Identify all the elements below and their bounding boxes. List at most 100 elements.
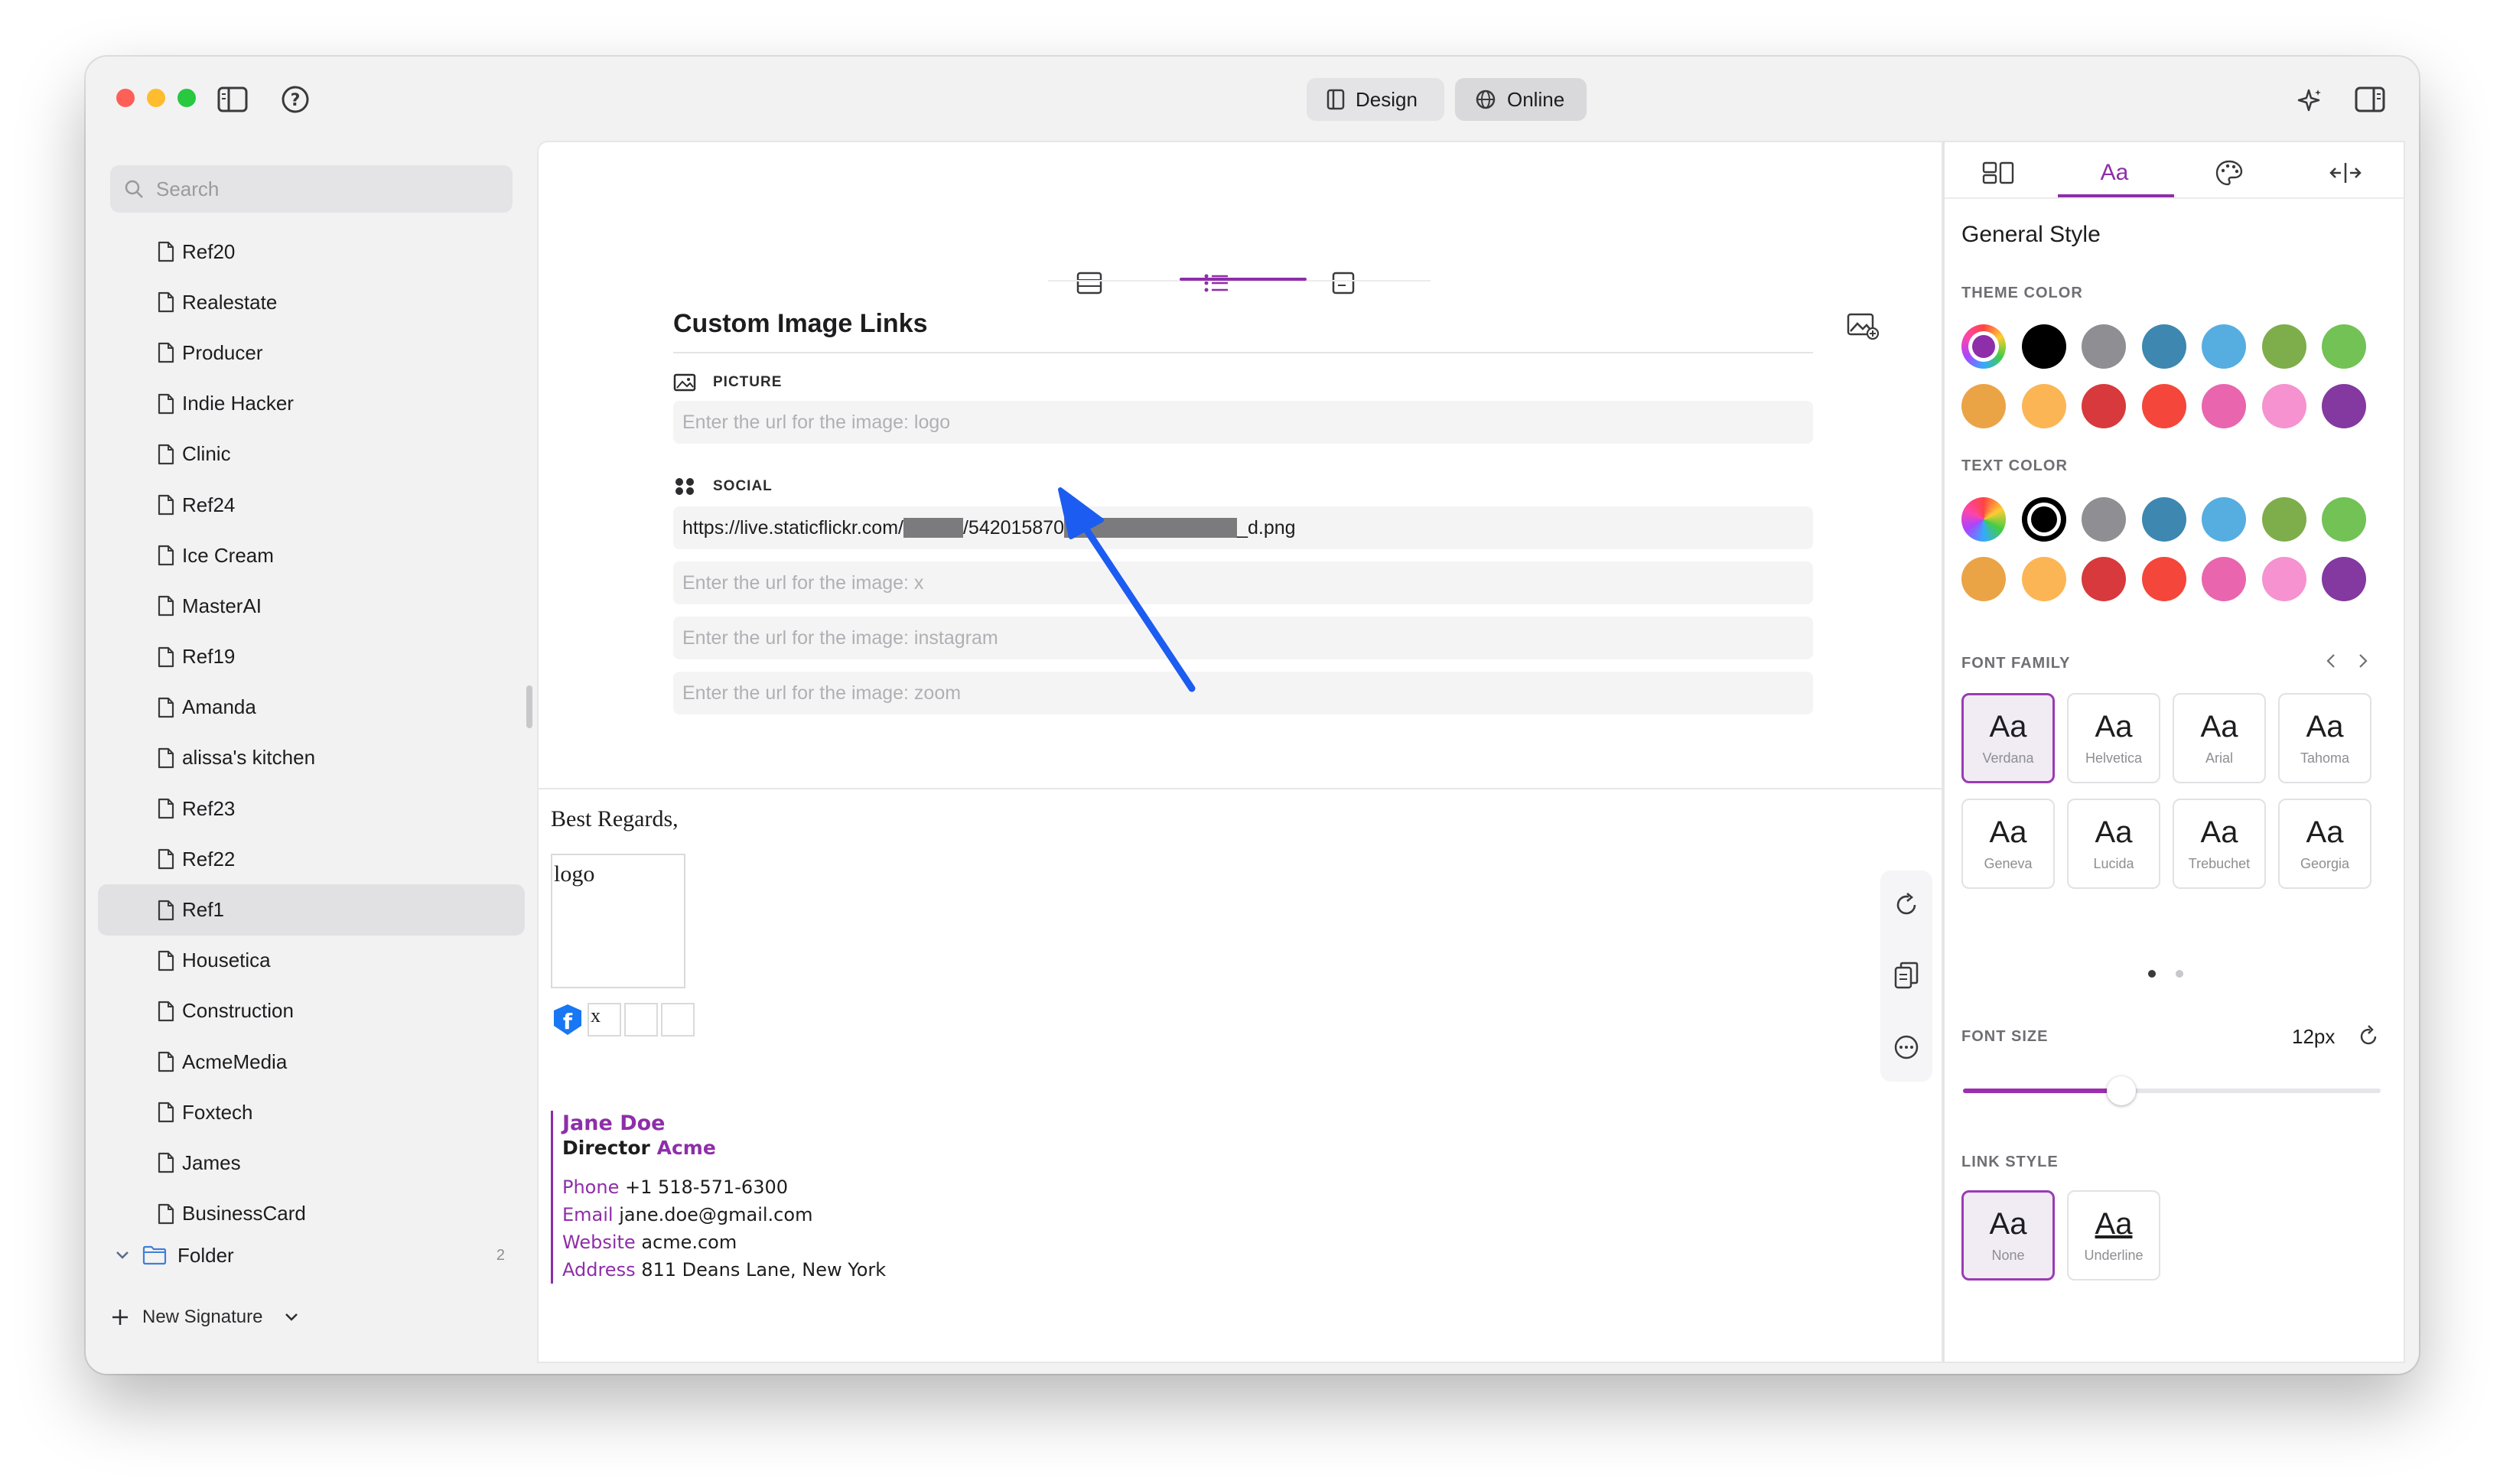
chevron-down-icon[interactable] <box>284 1312 299 1323</box>
x-icon-placeholder[interactable]: x <box>588 1003 621 1037</box>
color-swatch[interactable] <box>2202 497 2246 542</box>
website-value[interactable]: acme.com <box>641 1232 737 1253</box>
facebook-icon[interactable]: f <box>551 1003 584 1037</box>
color-swatch[interactable] <box>2202 324 2246 369</box>
tab-layout-settings[interactable] <box>1945 150 2052 196</box>
sidebar-toggle-icon[interactable] <box>216 84 249 115</box>
page-indicator[interactable] <box>2176 970 2183 978</box>
phone-value[interactable]: +1 518-571-6300 <box>625 1176 788 1198</box>
color-swatch[interactable] <box>2261 497 2306 542</box>
add-image-icon[interactable] <box>1845 309 1882 343</box>
custom-color-swatch[interactable] <box>1961 497 2006 542</box>
color-swatch[interactable] <box>2261 557 2306 601</box>
sidebar-item[interactable]: Ref24 <box>98 480 525 530</box>
sidebar-item[interactable]: AcmeMedia <box>98 1037 525 1087</box>
color-swatch[interactable] <box>1961 384 2006 428</box>
facebook-url-input[interactable]: https://live.staticflickr.com/ /542015870… <box>673 506 1813 549</box>
color-swatch[interactable] <box>2261 384 2306 428</box>
color-swatch[interactable] <box>2082 497 2126 542</box>
sidebar-item[interactable]: Amanda <box>98 682 525 733</box>
font-option[interactable]: Aa Helvetica <box>2067 693 2160 783</box>
help-icon[interactable]: ? <box>280 84 311 115</box>
tab-layout[interactable] <box>1059 265 1120 301</box>
sidebar-item[interactable]: Ref22 <box>98 834 525 884</box>
link-style-option[interactable]: Aa Underline <box>2067 1190 2160 1281</box>
font-size-slider[interactable] <box>1963 1076 2381 1106</box>
color-swatch[interactable] <box>2322 384 2366 428</box>
sidebar-item[interactable]: Ref23 <box>98 783 525 834</box>
color-swatch[interactable] <box>2322 324 2366 369</box>
reset-icon[interactable] <box>2358 1024 2379 1046</box>
font-option[interactable]: Aa Verdana <box>1961 693 2055 783</box>
refresh-icon[interactable] <box>1893 892 1919 918</box>
color-swatch[interactable] <box>2082 384 2126 428</box>
tab-preview[interactable] <box>1313 265 1374 301</box>
logo-url-input[interactable]: Enter the url for the image: logo <box>673 401 1813 444</box>
x-url-input[interactable]: Enter the url for the image: x <box>673 561 1813 604</box>
tab-list[interactable] <box>1186 265 1247 301</box>
color-swatch[interactable] <box>2021 497 2066 542</box>
color-swatch[interactable] <box>2141 324 2186 369</box>
sidebar-item[interactable]: Foxtech <box>98 1087 525 1137</box>
chevron-right-icon[interactable] <box>2356 652 2370 670</box>
sidebar-item[interactable]: Producer <box>98 327 525 378</box>
folder-row[interactable]: Folder 2 <box>98 1232 525 1279</box>
sidebar-item[interactable]: Ref20 <box>98 226 525 277</box>
tab-typography[interactable]: Aa <box>2061 150 2168 196</box>
color-swatch[interactable] <box>2021 324 2066 369</box>
font-option[interactable]: Aa Tahoma <box>2278 693 2371 783</box>
minimize-window-button[interactable] <box>147 89 165 107</box>
sidebar-item[interactable]: Realestate <box>98 277 525 327</box>
copy-icon[interactable] <box>1893 962 1919 991</box>
online-mode-button[interactable]: Online <box>1455 78 1587 121</box>
zoom-icon-placeholder[interactable] <box>661 1003 695 1037</box>
more-icon[interactable] <box>1893 1034 1919 1060</box>
chevron-left-icon[interactable] <box>2324 652 2338 670</box>
color-swatch[interactable] <box>2322 497 2366 542</box>
sidebar-item[interactable]: Ref19 <box>98 632 525 682</box>
font-option[interactable]: Aa Trebuchet <box>2173 799 2266 889</box>
font-option[interactable]: Aa Geneva <box>1961 799 2055 889</box>
sidebar-item[interactable]: Housetica <box>98 936 525 986</box>
design-mode-button[interactable]: Design <box>1307 78 1444 121</box>
close-window-button[interactable] <box>116 89 135 107</box>
search-input[interactable]: Search <box>110 165 513 213</box>
color-swatch[interactable] <box>2202 384 2246 428</box>
color-swatch[interactable] <box>2141 497 2186 542</box>
tab-colors[interactable] <box>2176 150 2283 196</box>
new-signature-button[interactable]: New Signature <box>110 1296 299 1339</box>
font-option[interactable]: Aa Arial <box>2173 693 2266 783</box>
zoom-url-input[interactable]: Enter the url for the image: zoom <box>673 672 1813 714</box>
instagram-url-input[interactable]: Enter the url for the image: instagram <box>673 617 1813 659</box>
slider-knob[interactable] <box>2107 1076 2137 1105</box>
custom-color-swatch[interactable] <box>1961 324 2006 369</box>
color-swatch[interactable] <box>2202 557 2246 601</box>
color-swatch[interactable] <box>2141 557 2186 601</box>
color-swatch[interactable] <box>2021 384 2066 428</box>
color-swatch[interactable] <box>2141 384 2186 428</box>
sidebar-item[interactable]: James <box>98 1137 525 1188</box>
sidebar-item[interactable]: alissa's kitchen <box>98 733 525 783</box>
sidebar-item[interactable]: Construction <box>98 986 525 1037</box>
color-swatch[interactable] <box>2082 324 2126 369</box>
sidebar-item[interactable]: MasterAI <box>98 581 525 631</box>
color-swatch[interactable] <box>2322 557 2366 601</box>
sidebar-item[interactable]: Clinic <box>98 429 525 480</box>
zoom-window-button[interactable] <box>177 89 196 107</box>
page-indicator-active[interactable] <box>2148 970 2156 978</box>
sidebar-item[interactable]: Indie Hacker <box>98 379 525 429</box>
color-swatch[interactable] <box>2261 324 2306 369</box>
link-style-option[interactable]: Aa None <box>1961 1190 2055 1281</box>
sidebar-item[interactable]: Ref1 <box>98 884 525 936</box>
email-value[interactable]: jane.doe@gmail.com <box>619 1204 812 1225</box>
sidebar-splitter[interactable] <box>526 685 532 728</box>
sidebar-item[interactable]: Ice Cream <box>98 530 525 581</box>
font-option[interactable]: Aa Georgia <box>2278 799 2371 889</box>
color-swatch[interactable] <box>2021 557 2066 601</box>
instagram-icon-placeholder[interactable] <box>624 1003 658 1037</box>
color-swatch[interactable] <box>1961 557 2006 601</box>
inspector-toggle-icon[interactable] <box>2353 84 2387 115</box>
font-option[interactable]: Aa Lucida <box>2067 799 2160 889</box>
tab-spacing[interactable] <box>2292 150 2399 196</box>
color-swatch[interactable] <box>2082 557 2126 601</box>
